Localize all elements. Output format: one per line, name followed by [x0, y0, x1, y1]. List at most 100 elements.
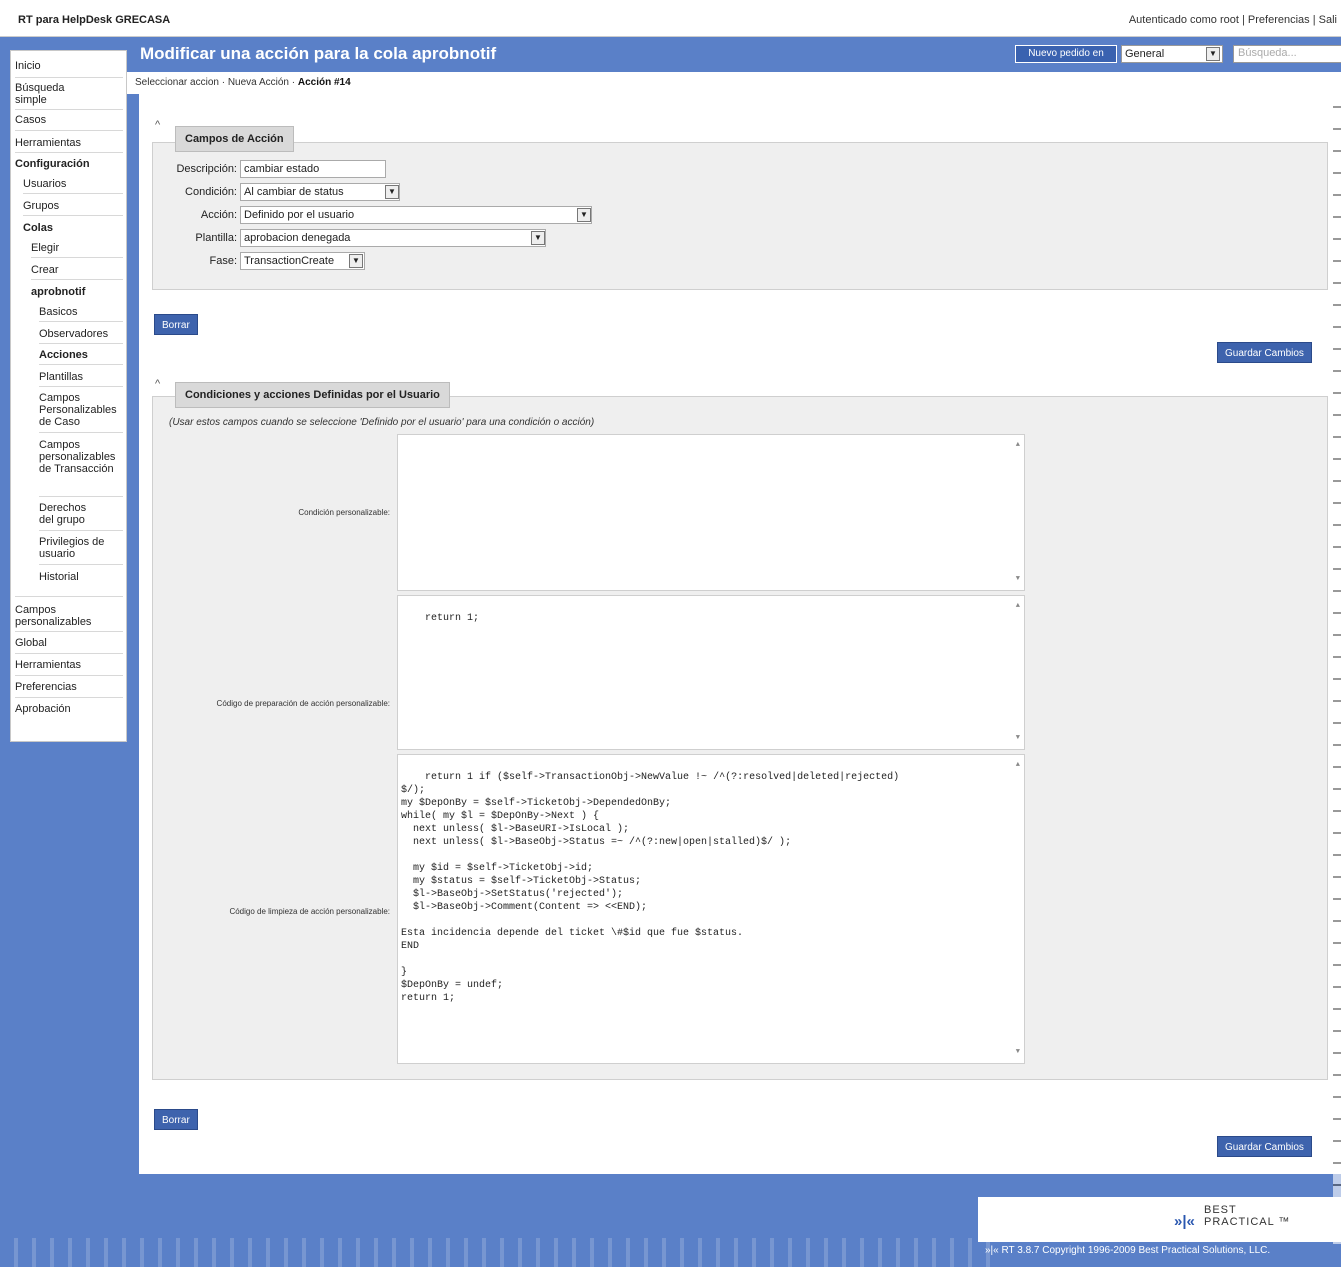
- footer-logo-box: »|« BEST PRACTICAL ™: [978, 1197, 1341, 1242]
- divider: [15, 152, 123, 153]
- custom-prepare-textarea[interactable]: return 1; ▲ ▼: [397, 595, 1025, 750]
- scroll-down-icon[interactable]: ▼: [1016, 1046, 1020, 1059]
- top-bar: RT para HelpDesk GRECASA Autenticado com…: [0, 0, 1341, 37]
- breadcrumb-current: Acción #14: [297, 77, 351, 88]
- scroll-down-icon[interactable]: ▼: [1016, 732, 1020, 745]
- condition-label: Condición:: [185, 186, 237, 198]
- divider: [15, 77, 123, 78]
- save-button[interactable]: Guardar Cambios: [1217, 342, 1312, 363]
- auth-links: Autenticado como root | Preferencias | S…: [1128, 14, 1337, 26]
- collapse-caret-icon[interactable]: ^: [155, 378, 160, 390]
- sidebar-item-campos-transaccion[interactable]: Campos personalizables de Transacción: [39, 439, 125, 475]
- breadcrumb-select-action[interactable]: Seleccionar accion: [135, 77, 219, 88]
- template-label: Plantilla:: [195, 232, 237, 244]
- delete-button[interactable]: Borrar: [154, 314, 198, 335]
- logo-text-line-1: BEST: [1204, 1204, 1237, 1216]
- breadcrumb: Seleccionar accion · Nueva Acción · Acci…: [127, 72, 1341, 94]
- divider: [15, 596, 123, 597]
- sidebar-item-configuracion[interactable]: Configuración: [15, 158, 90, 170]
- sidebar-item-busqueda[interactable]: Búsqueda simple: [15, 82, 95, 106]
- condition-select[interactable]: Al cambiar de status ▼: [240, 183, 400, 201]
- custom-condition-label: Condición personalizable:: [298, 508, 390, 517]
- action-label: Acción:: [200, 209, 237, 221]
- preferences-link[interactable]: Preferencias: [1248, 14, 1310, 26]
- template-select[interactable]: aprobacion denegada ▼: [240, 229, 546, 247]
- divider: [15, 675, 123, 676]
- sidebar-item-usuarios[interactable]: Usuarios: [23, 178, 66, 190]
- custom-cleanup-label: Código de limpieza de acción personaliza…: [229, 907, 390, 916]
- delete-button-bottom[interactable]: Borrar: [154, 1109, 198, 1130]
- main-content: ^ Campos de Acción Descripción: cambiar …: [139, 94, 1341, 1174]
- new-ticket-button[interactable]: Nuevo pedido en: [1015, 45, 1117, 63]
- sidebar-item-campos-personalizables[interactable]: Campos personalizables: [15, 604, 125, 628]
- divider: [39, 386, 123, 387]
- header-controls: Nuevo pedido en General ▼ Búsqueda...: [1015, 45, 1341, 65]
- condition-select-value: Al cambiar de status: [244, 186, 344, 198]
- scroll-up-icon[interactable]: ▲: [1016, 600, 1020, 613]
- chevron-down-icon: ▼: [531, 231, 545, 245]
- queue-select[interactable]: General ▼: [1121, 45, 1223, 63]
- custom-prepare-code: return 1;: [425, 613, 480, 624]
- logo-text-line-2: PRACTICAL ™: [1204, 1216, 1291, 1228]
- divider: [15, 697, 123, 698]
- chevron-down-icon: ▼: [349, 254, 363, 268]
- divider: [15, 631, 123, 632]
- divider: [39, 530, 123, 531]
- auth-text: Autenticado como root: [1128, 14, 1239, 26]
- sidebar-item-acciones[interactable]: Acciones: [39, 349, 88, 361]
- sidebar-item-grupos[interactable]: Grupos: [23, 200, 59, 212]
- sidebar-item-herramientas-2[interactable]: Herramientas: [15, 659, 81, 671]
- sidebar-item-aprobnotif[interactable]: aprobnotif: [31, 286, 85, 298]
- template-select-value: aprobacion denegada: [244, 232, 351, 244]
- sidebar-item-privilegios[interactable]: Privilegios de usuario: [39, 536, 109, 560]
- best-practical-logo-icon: »|«: [1174, 1213, 1195, 1230]
- sidebar-item-casos[interactable]: Casos: [15, 114, 46, 126]
- search-input[interactable]: Búsqueda...: [1233, 45, 1341, 63]
- divider: [31, 257, 123, 258]
- divider: [23, 193, 123, 194]
- sidebar-item-observadores[interactable]: Observadores: [39, 328, 108, 340]
- divider: [39, 364, 123, 365]
- sidebar-item-basicos[interactable]: Basicos: [39, 306, 78, 318]
- user-defined-title: Condiciones y acciones Definidas por el …: [175, 382, 450, 408]
- divider: [15, 109, 123, 110]
- action-select-value: Definido por el usuario: [244, 209, 355, 221]
- sidebar-item-crear[interactable]: Crear: [31, 264, 59, 276]
- custom-condition-textarea[interactable]: ▲ ▼: [397, 434, 1025, 591]
- queue-select-value: General: [1125, 48, 1165, 60]
- sidebar-item-historial[interactable]: Historial: [39, 571, 79, 583]
- sidebar-item-preferencias[interactable]: Preferencias: [15, 681, 77, 693]
- collapse-caret-icon[interactable]: ^: [155, 119, 160, 131]
- custom-cleanup-code: return 1 if ($self->TransactionObj->NewV…: [401, 772, 900, 1004]
- sidebar-item-campos-caso[interactable]: Campos Personalizables de Caso: [39, 392, 125, 428]
- breadcrumb-new-action[interactable]: Nueva Acción: [228, 77, 289, 88]
- sidebar-item-herramientas[interactable]: Herramientas: [15, 137, 81, 149]
- page-edge-texture: [1333, 94, 1341, 1244]
- save-button-bottom[interactable]: Guardar Cambios: [1217, 1136, 1312, 1157]
- sidebar-item-aprobacion[interactable]: Aprobación: [15, 703, 71, 715]
- user-defined-note: (Usar estos campos cuando se seleccione …: [169, 417, 595, 428]
- sidebar-item-plantillas[interactable]: Plantillas: [39, 371, 83, 383]
- copyright: »|« RT 3.8.7 Copyright 1996-2009 Best Pr…: [985, 1245, 1271, 1256]
- divider: [39, 321, 123, 322]
- scroll-up-icon[interactable]: ▲: [1016, 759, 1020, 772]
- sidebar-item-derechos-grupo[interactable]: Derechos del grupo: [39, 502, 99, 526]
- logout-link[interactable]: Sali: [1319, 14, 1337, 26]
- sidebar-item-elegir[interactable]: Elegir: [31, 242, 59, 254]
- custom-cleanup-textarea[interactable]: return 1 if ($self->TransactionObj->NewV…: [397, 754, 1025, 1064]
- logo-text: BEST PRACTICAL ™: [1204, 1204, 1290, 1228]
- scroll-down-icon[interactable]: ▼: [1016, 573, 1020, 586]
- sidebar-item-global[interactable]: Global: [15, 637, 47, 649]
- scroll-up-icon[interactable]: ▲: [1016, 439, 1020, 452]
- sidebar-item-colas[interactable]: Colas: [23, 222, 53, 234]
- page-title: Modificar una acción para la cola aprobn…: [140, 44, 497, 63]
- stage-label: Fase:: [209, 255, 237, 267]
- sidebar-item-inicio[interactable]: Inicio: [15, 60, 41, 72]
- divider: [39, 496, 123, 497]
- divider: [39, 432, 123, 433]
- description-input[interactable]: cambiar estado: [240, 160, 386, 178]
- action-select[interactable]: Definido por el usuario ▼: [240, 206, 592, 224]
- divider: [39, 343, 123, 344]
- stage-select[interactable]: TransactionCreate ▼: [240, 252, 365, 270]
- divider: [39, 564, 123, 565]
